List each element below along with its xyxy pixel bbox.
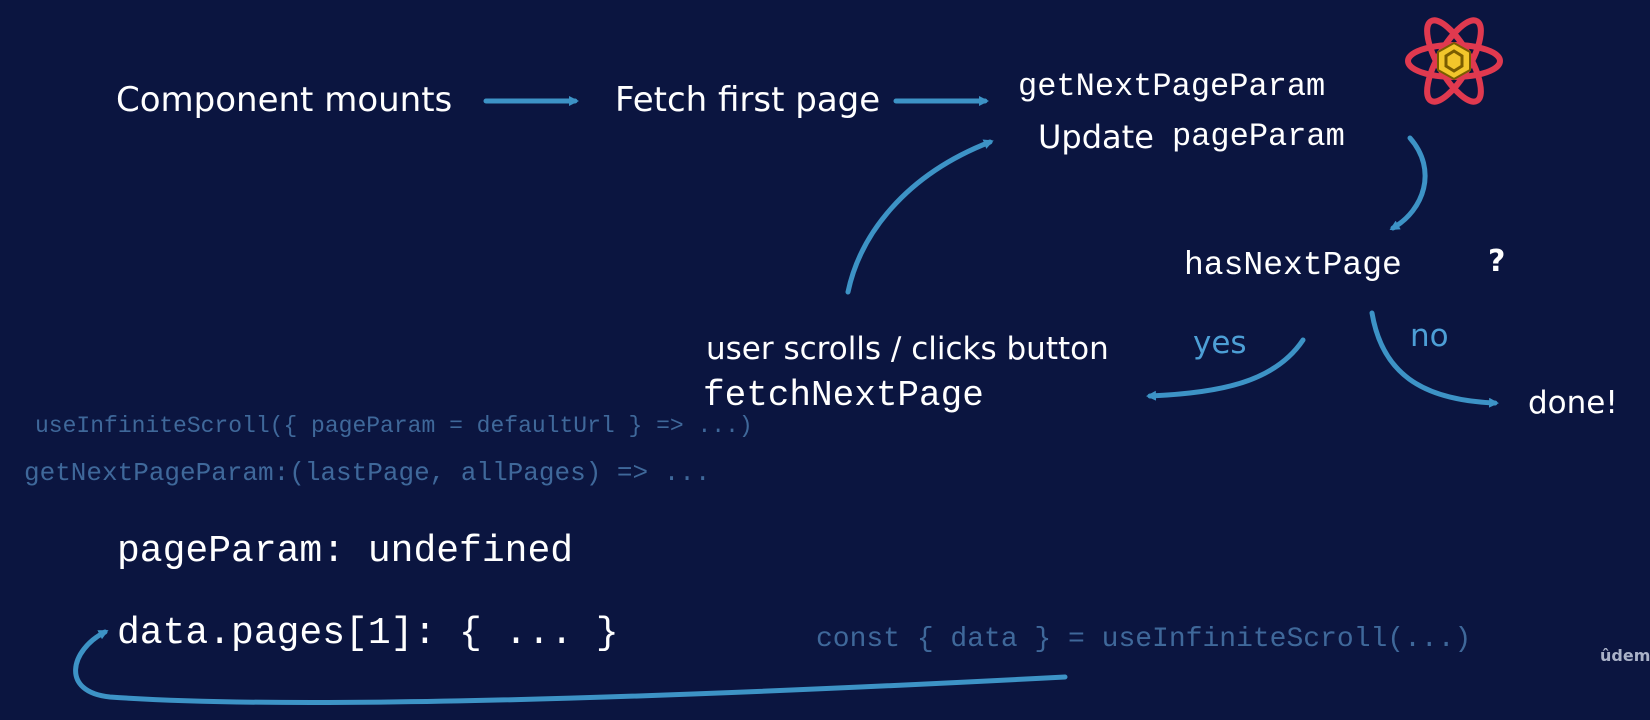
arrow-user-to-update (845, 139, 994, 295)
react-query-logo-icon (1405, 17, 1503, 105)
user-scrolls-label: user scrolls / clicks button (706, 331, 1109, 367)
no-label: no (1410, 318, 1449, 354)
component-mounts-label: Component mounts (116, 80, 453, 120)
update-word-label: Update (1038, 118, 1154, 156)
get-next-page-param-label: getNextPageParam (1018, 68, 1326, 105)
data-pages-value: data.pages[1]: { ... } (117, 612, 619, 655)
has-next-page-label: hasNextPage (1184, 247, 1402, 284)
fetch-first-page-label: Fetch first page (615, 80, 881, 120)
get-next-page-param-signature: getNextPageParam:(lastPage, allPages) =>… (24, 458, 711, 488)
page-param-label: pageParam (1172, 118, 1345, 155)
fetch-next-page-label: fetchNextPage (703, 375, 984, 416)
arrow-update-to-hasnext (1389, 135, 1428, 231)
udemy-watermark: ûdemy (1600, 646, 1650, 665)
page-param-value: pageParam: undefined (117, 530, 574, 573)
use-infinite-scroll-signature: useInfiniteScroll({ pageParam = defaultU… (35, 413, 753, 439)
yes-label: yes (1193, 325, 1247, 361)
done-label: done! (1528, 385, 1618, 421)
has-next-page-question-mark: ? (1488, 244, 1506, 279)
const-data-code: const { data } = useInfiniteScroll(...) (816, 624, 1472, 655)
